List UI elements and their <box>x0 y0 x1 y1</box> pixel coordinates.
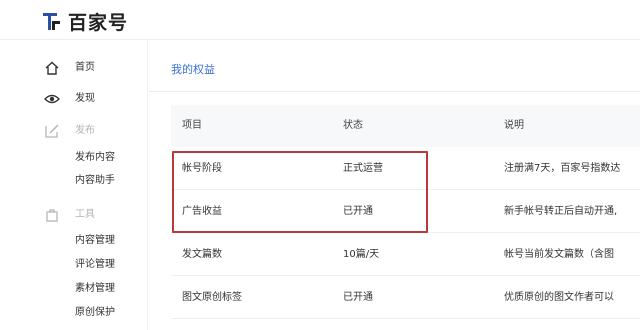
cell-item: 图文原创标签 <box>182 292 242 303</box>
table-row: 发文篇数 10篇/天 帐号当前发文篇数（含图 <box>171 234 640 276</box>
baijiahao-logo-icon <box>43 12 60 30</box>
sidebar-item-label: 工具 <box>75 209 95 220</box>
cell-description: 新手帐号转正后自动开通, <box>504 206 618 217</box>
sidebar-subitem-content-management[interactable]: 内容管理 <box>75 232 115 250</box>
top-bar: 百家号 <box>0 0 640 40</box>
home-icon <box>45 61 59 75</box>
column-header-description: 说明 <box>504 120 524 131</box>
sidebar-subitem-material-management[interactable]: 素材管理 <box>75 280 115 298</box>
cell-status: 10篇/天 <box>343 249 380 260</box>
eye-icon <box>44 94 60 104</box>
sidebar-subitem-comment-management[interactable]: 评论管理 <box>75 256 115 274</box>
sidebar-item-discover[interactable]: 发现 <box>0 88 148 110</box>
sidebar-item-label: 首页 <box>75 62 95 73</box>
cell-status: 已开通 <box>343 292 373 303</box>
column-header-status: 状态 <box>343 120 363 131</box>
highlight-box <box>172 151 428 233</box>
cell-description: 帐号当前发文篇数（含图 <box>504 249 614 260</box>
cell-item: 发文篇数 <box>182 249 222 260</box>
column-header-item: 项目 <box>182 120 202 131</box>
sidebar-subitem-publish-content[interactable]: 发布内容 <box>75 149 115 167</box>
tools-icon <box>46 209 58 222</box>
brand-name: 百家号 <box>68 12 129 34</box>
table-row: 图文原创标签 已开通 优质原创的图文作者可以 <box>171 277 640 319</box>
sidebar-item-label: 发现 <box>75 93 95 104</box>
cell-description: 注册满7天，百家号指数达 <box>504 163 621 174</box>
brand-logo[interactable]: 百家号 <box>42 8 128 35</box>
tab-divider <box>149 91 640 92</box>
sidebar-item-home[interactable]: 首页 <box>0 57 148 79</box>
cell-description: 优质原创的图文作者可以 <box>504 292 614 303</box>
sidebar-item-tools[interactable]: 工具 <box>0 204 148 226</box>
tab-my-rights[interactable]: 我的权益 <box>171 61 215 77</box>
edit-icon <box>45 124 59 138</box>
sidebar-item-label: 发布 <box>75 125 95 136</box>
table-header: 项目 状态 说明 <box>171 105 640 147</box>
sidebar-subitem-original-protection[interactable]: 原创保护 <box>75 304 115 322</box>
sidebar-subitem-content-assistant[interactable]: 内容助手 <box>75 172 115 190</box>
sidebar-item-publish[interactable]: 发布 <box>0 120 148 142</box>
sidebar: 首页 发现 发布 发布内容 内容助手 工具 内容管理 评论管理 素材管理 原创保… <box>0 41 148 330</box>
